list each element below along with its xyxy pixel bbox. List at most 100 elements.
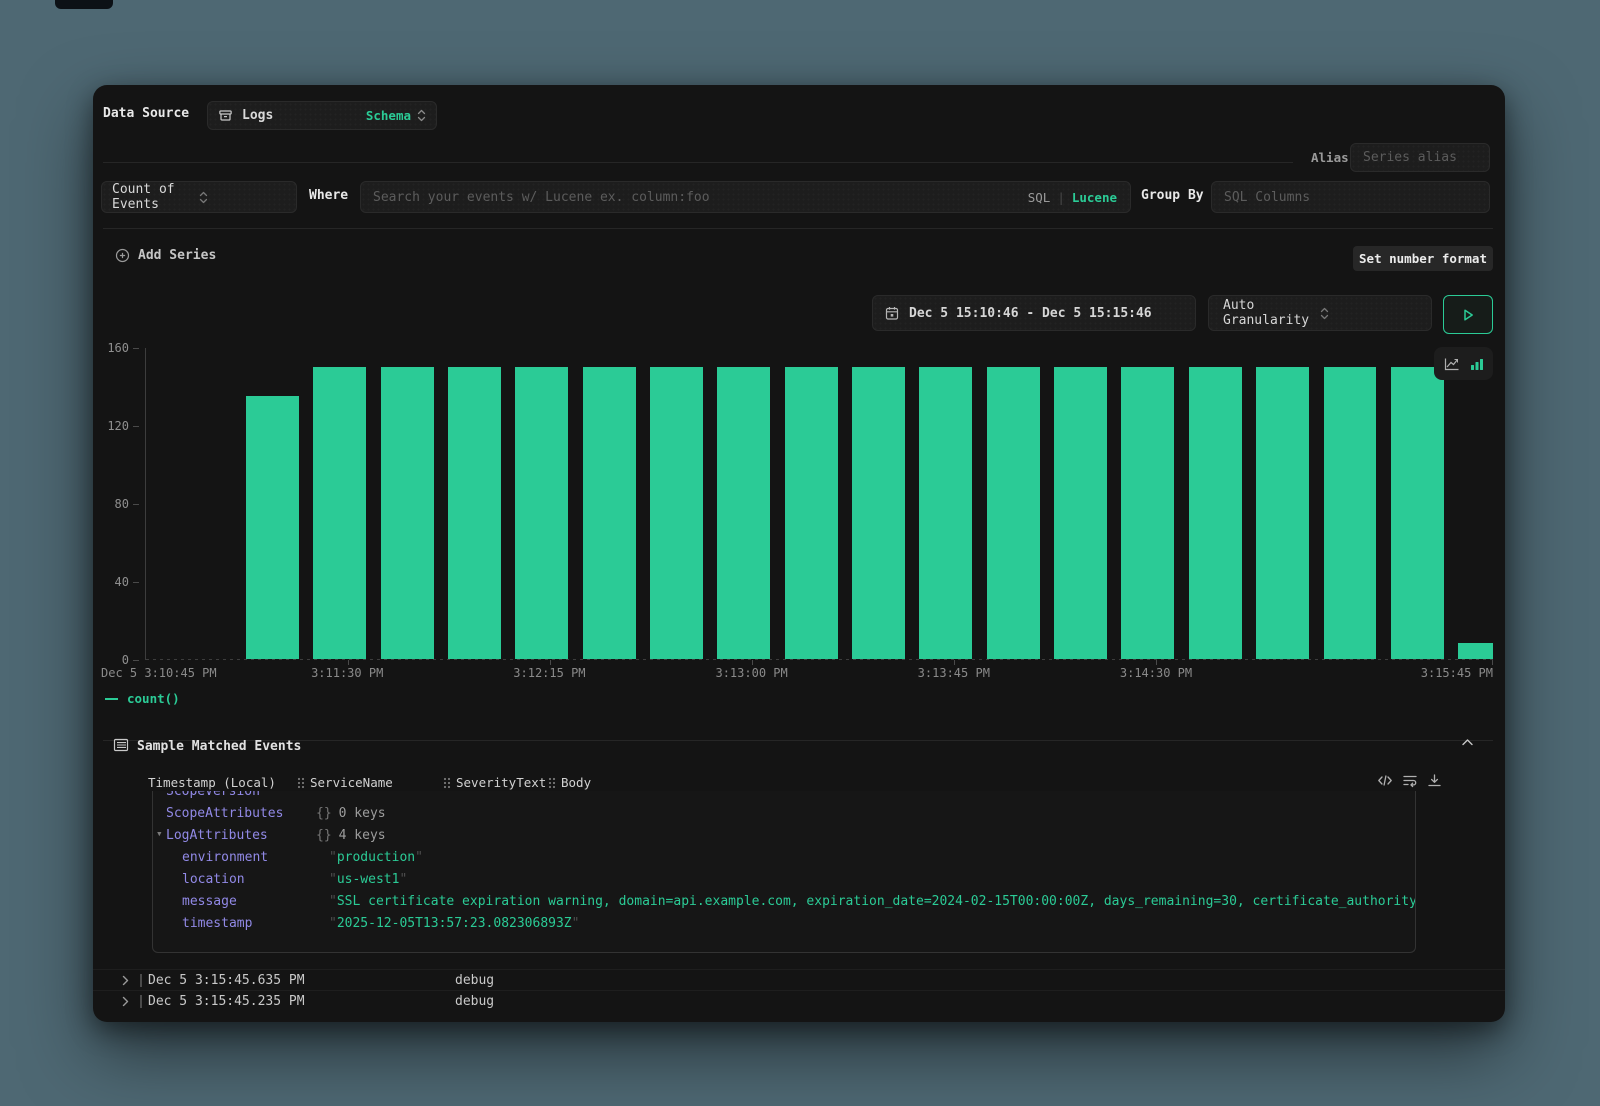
event-row[interactable]: Dec 5 3:15:45.235 PMdebug bbox=[93, 990, 1505, 1011]
expand-row-chevron-icon[interactable] bbox=[122, 975, 129, 986]
chart-plot-area[interactable] bbox=[145, 348, 1493, 660]
column-header-severitytext[interactable]: SeverityText bbox=[443, 775, 546, 790]
y-axis-tick-label: 0 bbox=[122, 653, 129, 667]
logs-icon bbox=[218, 108, 233, 123]
y-axis-tick bbox=[133, 348, 139, 349]
column-header-label: Body bbox=[561, 775, 591, 790]
event-severity: debug bbox=[455, 994, 494, 1009]
chevron-updown-icon bbox=[1320, 307, 1417, 320]
event-field-row: ▾LogAttributes {}4 keys bbox=[153, 824, 1415, 846]
column-header-label: Timestamp (Local) bbox=[148, 775, 276, 790]
x-axis-tick bbox=[348, 660, 349, 665]
chart-bar bbox=[987, 367, 1040, 660]
granularity-value: Auto Granularity bbox=[1223, 298, 1320, 328]
chart-bar bbox=[1391, 367, 1444, 660]
field-value: {}4 keys bbox=[316, 828, 386, 843]
y-axis-tick bbox=[133, 504, 139, 505]
alias-input[interactable] bbox=[1351, 144, 1489, 171]
language-sql-option[interactable]: SQL bbox=[1028, 190, 1051, 205]
chart-bar bbox=[1189, 367, 1242, 660]
y-axis-tick-label: 120 bbox=[107, 419, 129, 433]
column-header-servicename[interactable]: ServiceName bbox=[297, 775, 393, 790]
plus-circle-icon bbox=[115, 248, 130, 263]
run-query-button[interactable] bbox=[1443, 295, 1493, 334]
chevron-updown-icon bbox=[417, 109, 426, 122]
search-input-box: SQL | Lucene bbox=[360, 181, 1131, 213]
table-column-headers: Timestamp (Local) ServiceName SeverityText… bbox=[93, 775, 1505, 791]
chart-bar bbox=[515, 367, 568, 660]
y-axis-tick bbox=[133, 582, 139, 583]
date-range-value: Dec 5 15:10:46 - Dec 5 15:15:46 bbox=[909, 306, 1152, 321]
x-axis-tick bbox=[752, 660, 753, 665]
legend-swatch bbox=[105, 698, 118, 700]
chart-bar bbox=[583, 367, 636, 660]
y-axis-tick bbox=[133, 660, 139, 661]
collapse-section-chevron-icon[interactable] bbox=[1459, 736, 1476, 749]
language-lucene-option[interactable]: Lucene bbox=[1072, 190, 1117, 205]
event-field-row: ScopeAttributes {}0 keys bbox=[153, 802, 1415, 824]
x-axis-tick-label: 3:13:45 PM bbox=[918, 666, 990, 680]
data-source-label: Data Source bbox=[103, 106, 189, 121]
legend-series-label: count() bbox=[127, 691, 180, 706]
expanded-event-detail: ScopeVersion "" ScopeAttributes {}0 keys ▾Lo… bbox=[152, 791, 1416, 953]
field-key[interactable]: environment bbox=[182, 850, 268, 865]
event-rows: Dec 5 3:15:45.635 PMdebugDec 5 3:15:45.2… bbox=[93, 969, 1505, 1011]
table-list-icon bbox=[113, 738, 129, 752]
column-header-label: ServiceName bbox=[310, 775, 393, 790]
alias-input-box bbox=[1350, 143, 1490, 172]
language-divider: | bbox=[1057, 190, 1065, 205]
column-header-timestamp-local-[interactable]: Timestamp (Local) bbox=[148, 775, 276, 790]
line-chart-icon[interactable] bbox=[1444, 357, 1460, 371]
date-range-picker[interactable]: Dec 5 15:10:46 - Dec 5 15:15:46 bbox=[872, 295, 1196, 331]
schema-link[interactable]: Schema bbox=[366, 108, 411, 123]
offscreen-window-edge bbox=[55, 0, 113, 9]
drag-grip-icon[interactable] bbox=[548, 777, 556, 789]
y-axis-tick bbox=[133, 426, 139, 427]
collapse-key-toggle[interactable]: ▾ bbox=[156, 827, 163, 840]
x-axis-tick bbox=[550, 660, 551, 665]
search-input[interactable] bbox=[361, 182, 1130, 212]
field-value: {}0 keys bbox=[316, 806, 386, 821]
set-number-format-button[interactable]: Set number format bbox=[1353, 246, 1493, 271]
severity-indicator-bar bbox=[140, 995, 142, 1008]
field-value: "production" bbox=[329, 850, 423, 865]
event-field-row: location"us-west1" bbox=[153, 868, 1415, 890]
field-key[interactable]: ScopeVersion bbox=[166, 791, 260, 799]
field-value: "" bbox=[329, 791, 345, 799]
bar-chart-icon[interactable] bbox=[1470, 357, 1484, 371]
column-header-body[interactable]: Body bbox=[548, 775, 591, 790]
chart-bar bbox=[313, 367, 366, 660]
chart-legend[interactable]: count() bbox=[105, 691, 180, 706]
add-series-button[interactable]: Add Series bbox=[115, 248, 216, 263]
expand-row-chevron-icon[interactable] bbox=[122, 996, 129, 1007]
calendar-icon bbox=[885, 306, 899, 321]
chart-bar bbox=[1256, 367, 1309, 660]
event-field-row: environment "production" bbox=[153, 846, 1415, 868]
x-axis-tick-label: 3:14:30 PM bbox=[1120, 666, 1192, 680]
data-source-select[interactable]: Logs Schema bbox=[207, 101, 437, 130]
chart-bar bbox=[246, 396, 299, 659]
alias-label: Alias bbox=[1311, 150, 1349, 165]
field-key[interactable]: ScopeAttributes bbox=[166, 806, 283, 821]
x-axis-tick-label: 3:11:30 PM bbox=[311, 666, 383, 680]
y-axis-tick-label: 40 bbox=[115, 575, 129, 589]
drag-grip-icon[interactable] bbox=[297, 777, 305, 789]
chart-y-axis: 04080120160 bbox=[93, 348, 139, 660]
field-key[interactable]: message bbox=[182, 894, 237, 909]
divider bbox=[103, 162, 1293, 163]
x-axis-tick-label: Dec 5 3:10:45 PM bbox=[101, 666, 217, 680]
drag-grip-icon[interactable] bbox=[443, 777, 451, 789]
field-key[interactable]: LogAttributes bbox=[166, 828, 268, 843]
granularity-select[interactable]: Auto Granularity bbox=[1208, 295, 1432, 331]
chart-bar bbox=[717, 367, 770, 660]
group-by-input-box bbox=[1211, 181, 1490, 213]
column-header-label: SeverityText bbox=[456, 775, 546, 790]
chart-bar bbox=[448, 367, 501, 660]
chart-bar bbox=[650, 367, 703, 660]
aggregation-select[interactable]: Count of Events bbox=[101, 181, 297, 213]
group-by-input[interactable] bbox=[1212, 182, 1489, 212]
field-key[interactable]: timestamp bbox=[182, 916, 252, 931]
x-axis-tick bbox=[1156, 660, 1157, 665]
field-key[interactable]: location bbox=[182, 872, 245, 887]
event-row[interactable]: Dec 5 3:15:45.635 PMdebug bbox=[93, 969, 1505, 990]
